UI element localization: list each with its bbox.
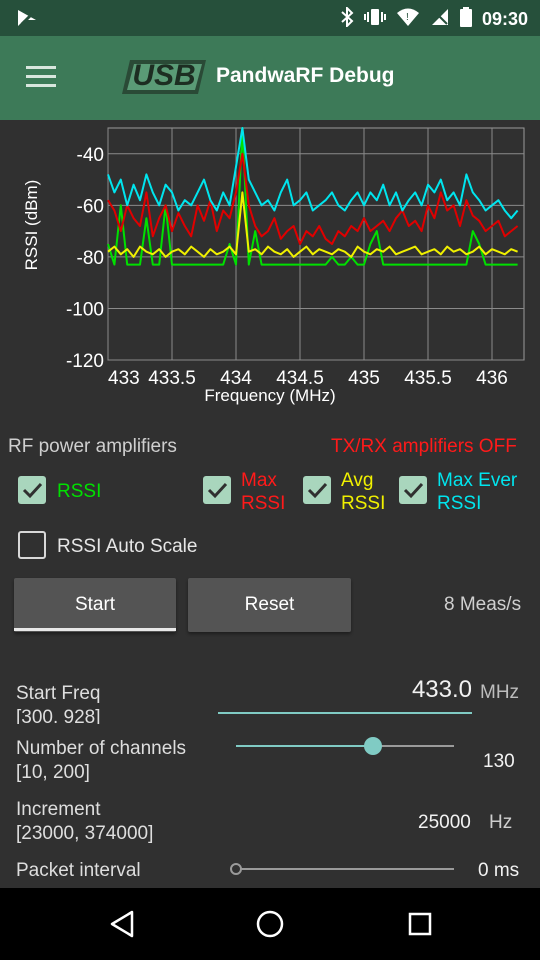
rssi-checkbox-label: RSSI <box>57 481 102 502</box>
notification-icon <box>16 8 38 34</box>
max-ever-rssi-checkbox[interactable] <box>399 476 427 504</box>
x-axis-label: Frequency (MHz) <box>204 386 335 405</box>
logo-text: USB <box>132 59 196 92</box>
x-tick-label: 433 <box>108 368 140 389</box>
channels-slider-fill <box>236 745 374 747</box>
status-bar: ! 09:30 <box>0 0 540 36</box>
start-freq-unit: MHz <box>480 682 520 703</box>
start-button-underline <box>14 628 176 631</box>
x-tick-label: 435 <box>348 368 380 389</box>
x-tick-label: 435.5 <box>404 368 452 389</box>
app-title: PandwaRF Debug <box>216 64 395 87</box>
max-ever-rssi-checkbox-label: Max Ever RSSI <box>437 469 517 515</box>
y-tick-label: -80 <box>77 248 104 269</box>
packet-interval-value: 0 ms <box>478 860 520 881</box>
txrx-status[interactable]: TX/RX amplifiers OFF <box>331 436 517 458</box>
avg-rssi-label-line2: RSSI <box>341 493 386 514</box>
increment-range: [23000, 374000] <box>16 823 154 844</box>
series-line-max-ever-rssi <box>107 127 519 220</box>
reset-button[interactable]: Reset <box>188 578 351 632</box>
y-tick-label: -100 <box>66 299 104 320</box>
increment-unit: Hz <box>489 812 513 833</box>
check-icon <box>403 482 424 499</box>
avg-rssi-label-line1: Avg <box>341 470 374 491</box>
packet-slider-track[interactable] <box>236 868 454 870</box>
svg-text:!: ! <box>406 12 409 23</box>
max-rssi-label-line1: Max <box>241 470 277 491</box>
no-sim-icon <box>430 7 450 32</box>
meas-rate: 8 Meas/s <box>444 594 522 615</box>
channels-range: [10, 200] <box>16 762 90 783</box>
rssi-checkbox[interactable] <box>18 476 46 504</box>
menu-icon[interactable] <box>26 66 56 88</box>
start-freq-underline <box>218 712 472 714</box>
battery-icon <box>459 7 472 32</box>
wifi-icon: ! <box>396 7 420 32</box>
rf-amp-label: RF power amplifiers <box>8 436 177 457</box>
start-freq-range: [300. 928] <box>16 707 101 724</box>
packet-slider-thumb[interactable] <box>230 863 242 875</box>
packet-interval-label: Packet interval <box>16 860 141 881</box>
x-tick-label: 433.5 <box>148 368 196 389</box>
home-icon[interactable] <box>256 910 284 938</box>
usb-logo: USB <box>120 54 208 98</box>
vibrate-icon <box>363 7 386 32</box>
y-axis-label: RSSI (dBm) <box>22 180 41 271</box>
max-rssi-label-line2: RSSI <box>241 493 286 514</box>
chart-svg: -40-60-80-100-120433 433.5 434 434.5 435 435.… <box>22 127 525 405</box>
start-button[interactable]: Start <box>14 578 176 632</box>
y-tick-label: -60 <box>77 196 104 217</box>
channels-label: Number of channels <box>16 738 187 759</box>
increment-value: 25000 <box>418 812 471 833</box>
start-freq-input[interactable]: 433.0 <box>218 676 472 704</box>
check-icon <box>307 482 328 499</box>
clock: 09:30 <box>481 9 528 29</box>
increment-label: Increment <box>16 799 101 820</box>
channels-value: 130 <box>483 751 515 772</box>
check-icon <box>207 482 228 499</box>
auto-scale-label: RSSI Auto Scale <box>57 536 198 557</box>
rssi-chart: -40 -60 -80 -100 -120 433 433.5 434 434.5 435 435.… <box>0 120 540 420</box>
auto-scale-checkbox[interactable] <box>18 531 46 559</box>
avg-rssi-checkbox[interactable] <box>303 476 331 504</box>
avg-rssi-checkbox-label: Avg RSSI <box>341 469 385 515</box>
max-ever-label-line2: RSSI <box>437 493 482 514</box>
app-bar: USB PandwaRF Debug <box>0 36 540 120</box>
navigation-bar <box>0 888 540 960</box>
x-tick-label: 436 <box>476 368 508 389</box>
max-ever-label-line1: Max Ever <box>437 470 518 491</box>
start-freq-label: Start Freq <box>16 683 101 704</box>
back-icon[interactable] <box>108 910 136 938</box>
y-tick-label: -40 <box>77 145 104 166</box>
channels-slider-thumb[interactable] <box>364 737 383 755</box>
max-rssi-checkbox-label: Max RSSI <box>241 469 285 515</box>
recents-icon[interactable] <box>408 912 432 936</box>
bluetooth-icon <box>340 5 354 32</box>
max-rssi-checkbox[interactable] <box>203 476 231 504</box>
check-icon <box>22 482 43 499</box>
y-tick-label: -120 <box>66 351 104 372</box>
